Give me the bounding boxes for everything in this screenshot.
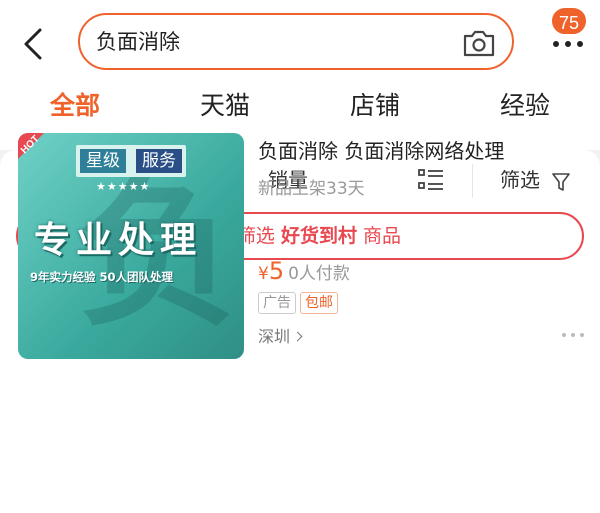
star-badge-right: 服务 bbox=[136, 149, 182, 173]
star-service-badge: 星级 服务 bbox=[76, 145, 186, 177]
product-listing-age: 新品上架33天 bbox=[258, 179, 365, 199]
price-line: ¥5 0人付款 bbox=[258, 256, 350, 289]
image-headline: 专业处理 bbox=[34, 220, 203, 261]
header-area: 负面消除 75 全部 天猫 店铺 经验 bbox=[0, 0, 600, 150]
promo-highlight: 好货到村 bbox=[280, 225, 357, 247]
sold-count: 0人付款 bbox=[288, 264, 350, 284]
message-count-badge: 75 bbox=[550, 6, 588, 36]
search-input[interactable]: 负面消除 bbox=[96, 29, 180, 55]
category-tabs: 全部 天猫 店铺 经验 bbox=[0, 84, 600, 134]
sort-divider bbox=[472, 164, 473, 198]
tab-tmall[interactable]: 天猫 bbox=[170, 84, 280, 128]
chevron-right-icon bbox=[292, 331, 303, 342]
shop-location[interactable]: 深圳 bbox=[258, 326, 303, 348]
product-image[interactable]: 负 HOT 星级 服务 ★★★★★ 专业处理 9年实力经验 50人团队处理 bbox=[18, 133, 244, 359]
product-title[interactable]: 负面消除 负面消除网络处理 bbox=[258, 137, 504, 165]
price-value: 5 bbox=[268, 257, 285, 285]
filter-button[interactable]: 筛选 bbox=[500, 167, 540, 193]
promo-suffix: 商品 bbox=[363, 225, 402, 247]
list-view-icon[interactable] bbox=[418, 168, 444, 192]
free-shipping-tag: 包邮 bbox=[300, 292, 338, 314]
ad-tag: 广告 bbox=[258, 292, 296, 314]
item-more-icon[interactable] bbox=[560, 330, 586, 340]
back-arrow-icon[interactable] bbox=[14, 24, 54, 64]
filter-funnel-icon[interactable] bbox=[552, 172, 570, 192]
location-label: 深圳 bbox=[258, 327, 291, 346]
search-bar[interactable]: 负面消除 bbox=[78, 13, 514, 70]
price-currency: ¥ bbox=[258, 264, 269, 284]
tab-stores[interactable]: 店铺 bbox=[320, 84, 430, 128]
image-subline: 9年实力经验 50人团队处理 bbox=[30, 270, 174, 284]
tab-all[interactable]: 全部 bbox=[20, 84, 130, 128]
hot-ribbon: HOT bbox=[18, 133, 44, 159]
rating-stars: ★★★★★ bbox=[96, 180, 151, 193]
tab-experience[interactable]: 经验 bbox=[470, 84, 580, 128]
camera-icon[interactable] bbox=[462, 28, 496, 58]
star-badge-left: 星级 bbox=[80, 149, 126, 173]
